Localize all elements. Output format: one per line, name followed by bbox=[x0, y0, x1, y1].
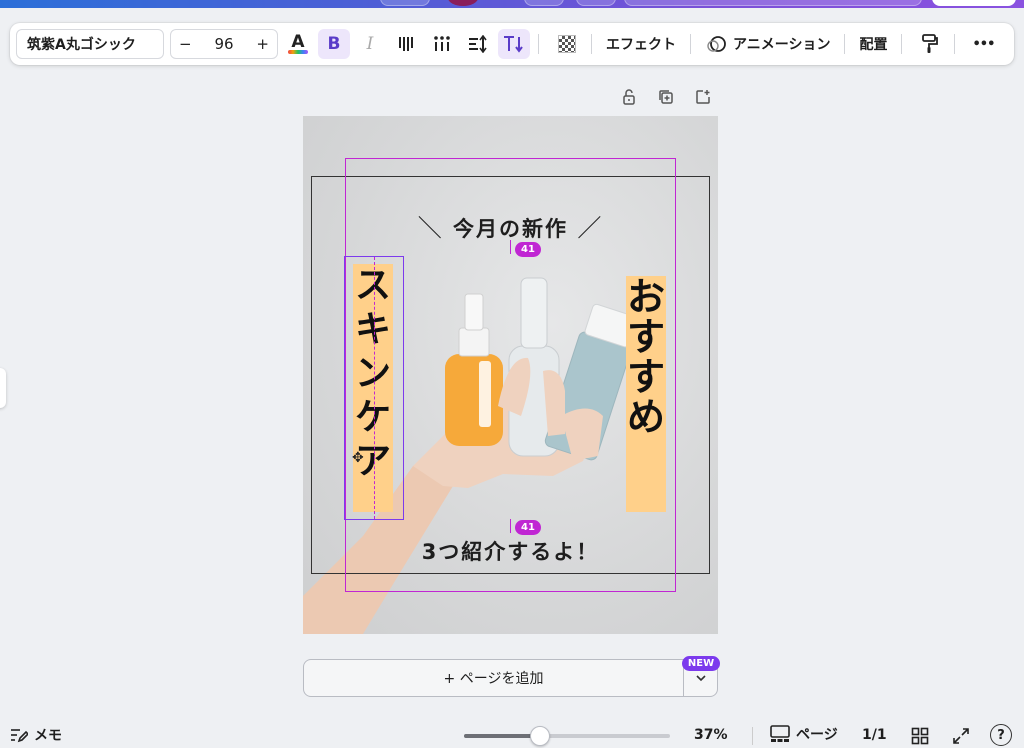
help-button[interactable]: ? bbox=[990, 724, 1012, 746]
fullscreen-icon bbox=[953, 728, 969, 744]
bold-icon: B bbox=[327, 34, 341, 54]
text-color-button[interactable]: A bbox=[282, 29, 314, 59]
app-header bbox=[0, 0, 1024, 8]
vertical-text-button[interactable] bbox=[498, 29, 530, 59]
spacing-button[interactable] bbox=[462, 29, 494, 59]
decrease-size-button[interactable]: − bbox=[179, 35, 192, 53]
spacing-badge-bottom: 41 bbox=[515, 520, 541, 535]
transparency-icon bbox=[558, 35, 576, 53]
spacing-badge-top: 41 bbox=[515, 242, 541, 257]
zoom-slider[interactable] bbox=[464, 726, 670, 746]
spacing-guide bbox=[510, 240, 511, 254]
subtitle-text[interactable]: 3つ紹介するよ！ bbox=[303, 536, 718, 566]
paint-roller-icon bbox=[922, 34, 939, 53]
zoom-slider-fill bbox=[464, 734, 540, 738]
toolbar-divider bbox=[954, 34, 956, 54]
move-cursor-icon: ✥ bbox=[352, 450, 364, 466]
italic-button[interactable]: I bbox=[354, 29, 386, 59]
bold-button[interactable]: B bbox=[318, 29, 350, 59]
add-page-button[interactable]: + ページを追加 bbox=[303, 659, 684, 697]
animation-icon bbox=[707, 36, 726, 52]
toolbar-divider bbox=[690, 34, 691, 54]
header-title-field[interactable] bbox=[624, 0, 922, 6]
add-page-icon bbox=[696, 90, 710, 104]
toolbar-divider bbox=[844, 34, 846, 54]
toolbar-divider bbox=[591, 34, 592, 54]
transparency-button[interactable] bbox=[551, 29, 583, 59]
line-spacing-icon bbox=[469, 35, 487, 53]
increase-size-button[interactable]: + bbox=[256, 35, 269, 53]
pages-label: ページ bbox=[796, 727, 838, 743]
vertical-list-icon bbox=[434, 36, 450, 51]
more-button[interactable]: ••• bbox=[967, 29, 999, 59]
pages-icon bbox=[770, 725, 790, 742]
side-panel-toggle[interactable] bbox=[0, 368, 6, 408]
page-count: 1/1 bbox=[862, 727, 887, 743]
footer-bar: メモ 37% ページ 1/1 ? bbox=[0, 722, 1024, 748]
toolbar-divider bbox=[901, 34, 903, 54]
zoom-level[interactable]: 37% bbox=[694, 727, 728, 743]
animation-button[interactable]: アニメーション bbox=[699, 34, 836, 54]
lock-icon bbox=[623, 89, 635, 105]
notes-label: メモ bbox=[34, 728, 62, 744]
chevron-down-icon bbox=[695, 675, 706, 682]
footer-divider bbox=[752, 727, 753, 745]
vertical-text-recommend[interactable]: おすすめ bbox=[626, 276, 666, 512]
toolbar-divider bbox=[538, 34, 539, 54]
vertical-align-icon bbox=[399, 37, 413, 51]
header-button[interactable] bbox=[576, 0, 616, 6]
notes-button[interactable]: メモ bbox=[10, 722, 62, 748]
center-guide bbox=[374, 257, 375, 519]
text-color-icon: A bbox=[291, 32, 305, 52]
fullscreen-button[interactable] bbox=[950, 725, 972, 747]
header-button[interactable] bbox=[524, 0, 564, 6]
recommend-char: め bbox=[626, 395, 665, 439]
headline-left-slash: ＼ bbox=[417, 214, 444, 242]
recommend-char: す bbox=[626, 355, 665, 399]
animation-label: アニメーション bbox=[733, 37, 831, 53]
headline-label: 今月の新作 bbox=[453, 217, 568, 241]
add-page-top-button[interactable] bbox=[693, 87, 713, 107]
avatar[interactable] bbox=[448, 0, 478, 6]
share-button[interactable] bbox=[932, 0, 1016, 6]
recommend-char: お bbox=[626, 275, 665, 319]
headline-right-slash: ／ bbox=[577, 214, 604, 242]
recommend-char: す bbox=[626, 315, 665, 359]
lock-page-button[interactable] bbox=[619, 87, 639, 107]
grid-view-icon bbox=[911, 727, 929, 745]
text-toolbar: 筑紫A丸ゴシック − 96 + A B I エフェクト アニメーション 配置 •… bbox=[10, 23, 1014, 65]
text-selection-box[interactable] bbox=[344, 256, 404, 520]
effects-button[interactable]: エフェクト bbox=[600, 34, 682, 54]
font-size-value[interactable]: 96 bbox=[214, 35, 233, 53]
position-button[interactable]: 配置 bbox=[853, 34, 893, 54]
pages-button[interactable]: ページ bbox=[770, 724, 838, 744]
duplicate-icon bbox=[659, 90, 673, 104]
font-size-stepper[interactable]: − 96 + bbox=[170, 29, 278, 59]
italic-icon: I bbox=[366, 34, 374, 54]
vertical-text-icon bbox=[504, 36, 523, 53]
spacing-guide bbox=[510, 519, 511, 533]
alignment-button[interactable] bbox=[390, 29, 422, 59]
notes-icon bbox=[11, 729, 28, 743]
new-badge: NEW bbox=[682, 656, 720, 671]
design-canvas[interactable]: ＼ 今月の新作 ／ 41 スキンケア ✥ おすすめ 41 3つ紹介するよ！ bbox=[303, 116, 718, 634]
duplicate-page-button[interactable] bbox=[656, 87, 676, 107]
font-family-select[interactable]: 筑紫A丸ゴシック bbox=[16, 29, 164, 59]
zoom-slider-handle[interactable] bbox=[530, 726, 550, 746]
headline-text[interactable]: ＼ 今月の新作 ／ bbox=[303, 208, 718, 243]
list-button[interactable] bbox=[426, 29, 458, 59]
grid-view-button[interactable] bbox=[909, 725, 931, 747]
copy-style-button[interactable] bbox=[914, 29, 946, 59]
header-button[interactable] bbox=[380, 0, 430, 6]
